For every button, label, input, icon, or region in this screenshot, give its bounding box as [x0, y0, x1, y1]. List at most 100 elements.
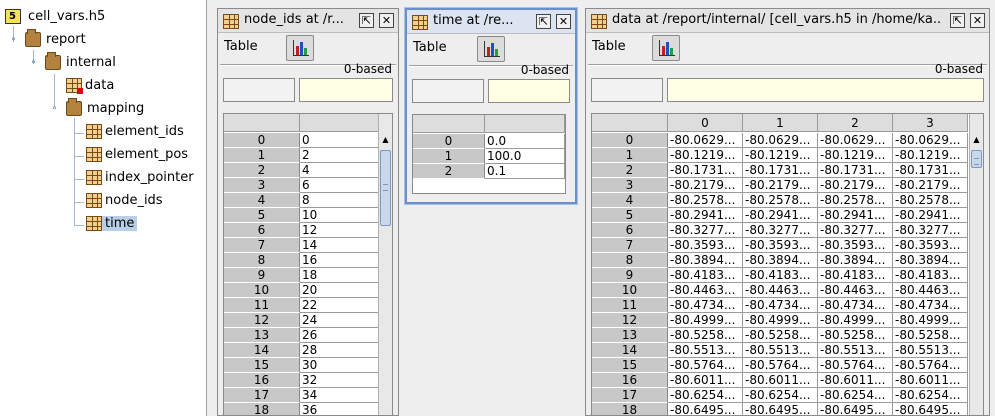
data-table[interactable]: 0 0.0 1 100.0 2 0.1 — [412, 114, 566, 194]
cell-value-field[interactable] — [488, 79, 570, 103]
table-cell[interactable]: -80.1731... — [893, 163, 968, 178]
table-cell[interactable]: 26 — [300, 328, 380, 343]
table-cell[interactable]: -80.4183... — [743, 268, 818, 283]
table-cell[interactable]: 6 — [300, 178, 380, 193]
table-cell[interactable]: -80.2941... — [818, 208, 893, 223]
table-cell[interactable]: -80.2941... — [893, 208, 968, 223]
row-header[interactable]: 13 — [592, 328, 668, 343]
column-header[interactable]: 1 — [743, 114, 818, 132]
column-header[interactable] — [485, 115, 565, 133]
table-cell[interactable]: 0.0 — [485, 134, 565, 149]
row-header[interactable]: 9 — [592, 268, 668, 283]
table-menu[interactable]: Table — [224, 39, 258, 54]
table-cell[interactable]: -80.5258... — [893, 328, 968, 343]
vertical-scrollbar[interactable]: ▲ — [378, 114, 392, 415]
cell-name-field[interactable] — [412, 79, 484, 103]
table-cell[interactable]: -80.4183... — [893, 268, 968, 283]
row-header[interactable]: 6 — [592, 223, 668, 238]
table-menu[interactable]: Table — [592, 39, 626, 54]
table-cell[interactable]: -80.4999... — [818, 313, 893, 328]
table-cell[interactable]: -80.0629... — [893, 133, 968, 148]
row-header[interactable]: 16 — [592, 373, 668, 388]
table-cell[interactable]: -80.6495... — [743, 403, 818, 415]
table-cell[interactable]: -80.4463... — [743, 283, 818, 298]
table-cell[interactable]: -80.5513... — [743, 343, 818, 358]
table-cell[interactable]: -80.3277... — [743, 223, 818, 238]
table-cell[interactable]: -80.4463... — [668, 283, 743, 298]
table-cell[interactable]: -80.6011... — [743, 373, 818, 388]
scroll-up-icon[interactable]: ▲ — [379, 134, 392, 146]
tree-node-data[interactable]: data — [66, 76, 117, 96]
row-header[interactable]: 1 — [413, 149, 485, 164]
table-cell[interactable]: -80.3894... — [818, 253, 893, 268]
column-header[interactable]: 0 — [668, 114, 743, 132]
table-cell[interactable]: -80.4999... — [893, 313, 968, 328]
table-cell[interactable]: -80.3894... — [743, 253, 818, 268]
table-cell[interactable]: -80.1731... — [743, 163, 818, 178]
row-header[interactable]: 1 — [224, 148, 300, 163]
row-header[interactable]: 3 — [224, 178, 300, 193]
table-cell[interactable]: 36 — [300, 403, 380, 415]
table-cell[interactable]: -80.5258... — [743, 328, 818, 343]
data-table[interactable]: 0 0 1 2 2 4 3 6 4 8 5 10 6 12 7 14 8 16 9 18 10 20 11 22 12 24 13 2… — [223, 113, 393, 415]
popout-icon[interactable]: ⇱ — [359, 13, 374, 28]
row-header[interactable]: 10 — [224, 283, 300, 298]
tree-node-node-ids[interactable]: node_ids — [86, 191, 166, 211]
table-cell[interactable]: 8 — [300, 193, 380, 208]
table-cell[interactable]: -80.5513... — [818, 343, 893, 358]
table-cell[interactable]: -80.2179... — [818, 178, 893, 193]
chart-button[interactable] — [652, 35, 680, 61]
table-cell[interactable]: -80.6495... — [668, 403, 743, 415]
table-cell[interactable]: -80.0629... — [668, 133, 743, 148]
table-cell[interactable]: 100.0 — [485, 149, 565, 164]
row-header[interactable]: 18 — [592, 403, 668, 415]
row-header[interactable]: 2 — [224, 163, 300, 178]
cell-name-field[interactable] — [591, 78, 663, 102]
table-cell[interactable]: -80.6254... — [668, 388, 743, 403]
cell-name-field[interactable] — [223, 78, 295, 102]
row-header[interactable]: 10 — [592, 283, 668, 298]
table-cell[interactable]: -80.4734... — [668, 298, 743, 313]
table-cell[interactable]: 24 — [300, 313, 380, 328]
close-icon[interactable]: ✕ — [379, 13, 394, 28]
row-header[interactable]: 4 — [224, 193, 300, 208]
tree-node-cell-vars-h5[interactable]: cell_vars.h5 — [5, 7, 108, 27]
close-icon[interactable]: ✕ — [970, 13, 985, 28]
table-cell[interactable]: -80.4463... — [818, 283, 893, 298]
table-cell[interactable]: -80.1219... — [668, 148, 743, 163]
table-cell[interactable]: 32 — [300, 373, 380, 388]
chart-button[interactable] — [477, 36, 505, 62]
table-cell[interactable]: -80.2179... — [743, 178, 818, 193]
table-cell[interactable]: -80.5764... — [818, 358, 893, 373]
row-header[interactable]: 15 — [592, 358, 668, 373]
table-cell[interactable]: -80.4734... — [818, 298, 893, 313]
row-header[interactable]: 14 — [592, 343, 668, 358]
column-header[interactable] — [300, 114, 380, 132]
table-cell[interactable]: -80.1731... — [818, 163, 893, 178]
table-cell[interactable]: 30 — [300, 358, 380, 373]
row-header[interactable]: 11 — [592, 298, 668, 313]
table-cell[interactable]: -80.6254... — [743, 388, 818, 403]
row-header[interactable]: 17 — [224, 388, 300, 403]
table-cell[interactable]: -80.4999... — [668, 313, 743, 328]
row-header[interactable]: 11 — [224, 298, 300, 313]
table-cell[interactable]: -80.1219... — [743, 148, 818, 163]
table-cell[interactable]: -80.3593... — [818, 238, 893, 253]
table-cell[interactable]: -80.6011... — [818, 373, 893, 388]
row-header[interactable]: 17 — [592, 388, 668, 403]
table-cell[interactable]: -80.4734... — [743, 298, 818, 313]
scrollbar-thumb[interactable] — [380, 150, 391, 226]
table-cell[interactable]: -80.5513... — [668, 343, 743, 358]
table-cell[interactable]: -80.2578... — [818, 193, 893, 208]
row-header[interactable]: 7 — [224, 238, 300, 253]
tree-node-element-pos[interactable]: element_pos — [86, 145, 191, 165]
tree-node-element-ids[interactable]: element_ids — [86, 122, 187, 142]
table-cell[interactable]: -80.2179... — [893, 178, 968, 193]
column-header[interactable]: 3 — [893, 114, 968, 132]
table-cell[interactable]: -80.4463... — [893, 283, 968, 298]
table-cell[interactable]: 20 — [300, 283, 380, 298]
table-cell[interactable]: -80.1731... — [668, 163, 743, 178]
tree-node-index-pointer[interactable]: index_pointer — [86, 168, 197, 188]
table-cell[interactable]: -80.6254... — [818, 388, 893, 403]
table-cell[interactable]: 0.1 — [485, 164, 565, 179]
